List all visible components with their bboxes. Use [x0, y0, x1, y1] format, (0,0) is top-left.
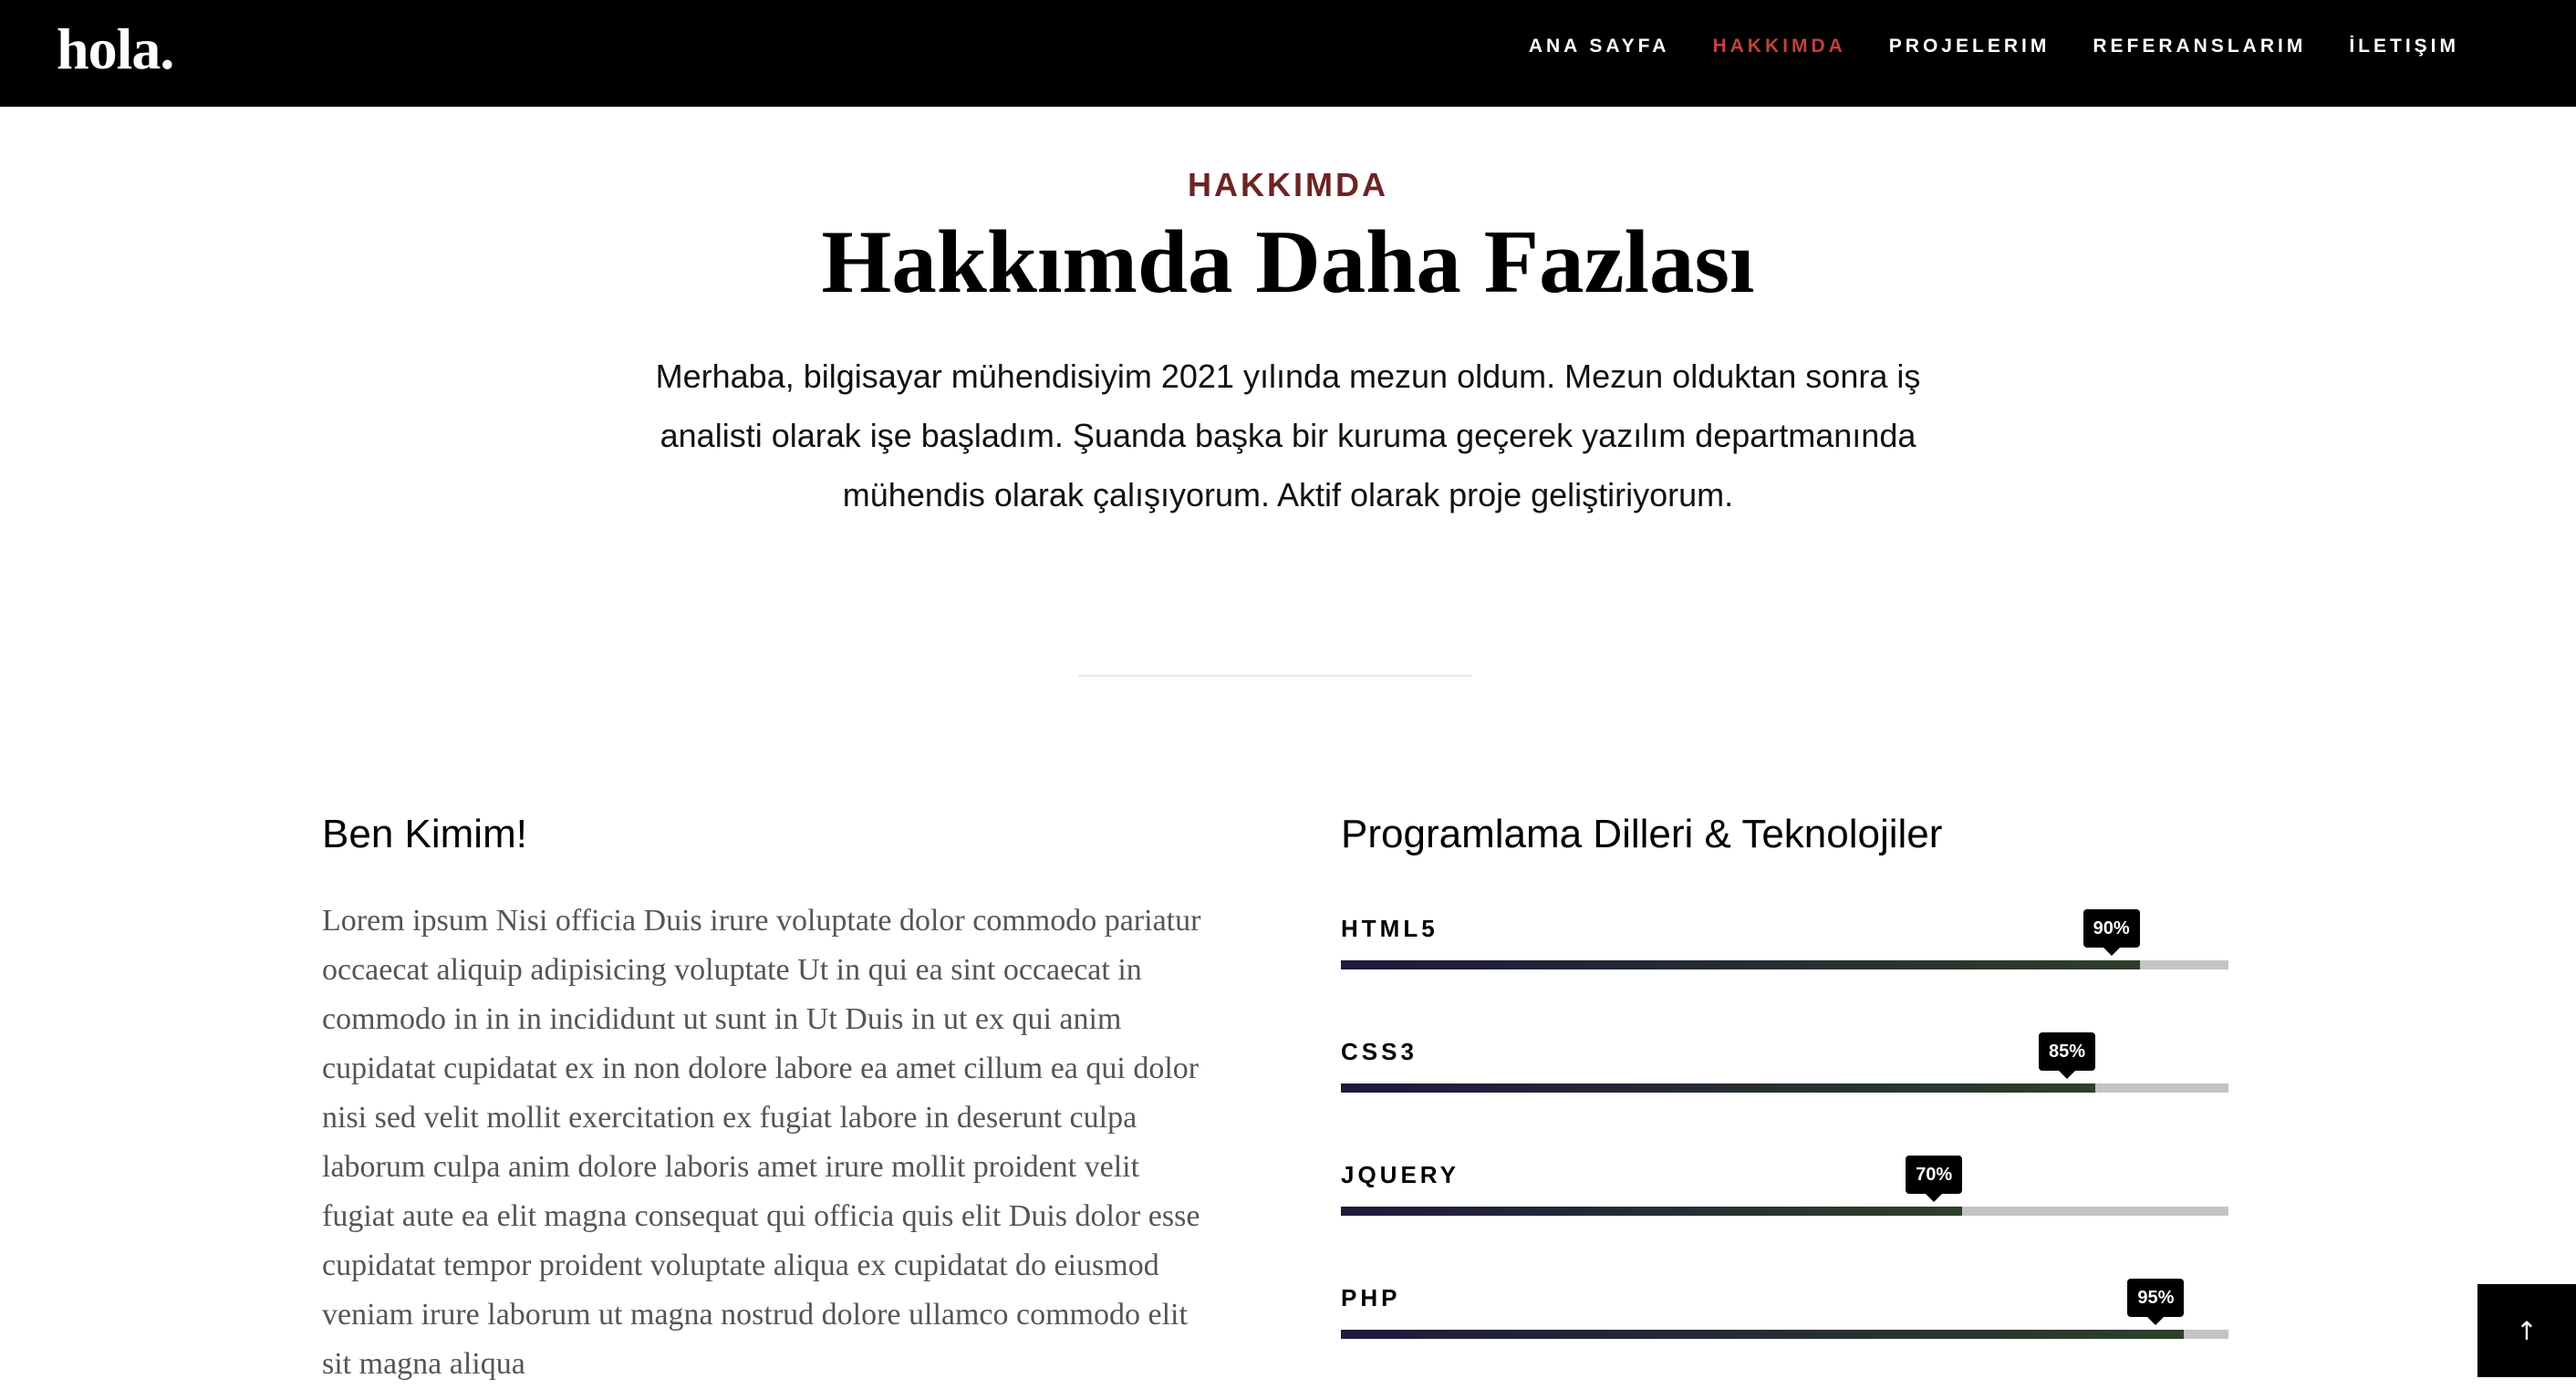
- skill-name: JQUERY: [1341, 1161, 1459, 1188]
- skill-percent-badge: 90%: [2083, 909, 2140, 956]
- site-header: hola. ANA SAYFA HAKKIMDA PROJELERIM REFE…: [0, 0, 2576, 107]
- skill-html5: HTML5 90%: [1341, 909, 2228, 969]
- nav-item-iletisim[interactable]: İLETIŞIM: [2349, 36, 2459, 57]
- skill-percent-badge: 70%: [1906, 1156, 1963, 1202]
- skill-fill: [1341, 1207, 1963, 1216]
- skill-percent-badge: 95%: [2127, 1279, 2185, 1325]
- nav-item-hakkimda[interactable]: HAKKIMDA: [1712, 36, 1845, 57]
- skill-name: HTML5: [1341, 915, 1439, 942]
- section-title: Hakkımda Daha Fazlası: [821, 212, 1755, 312]
- skill-php: PHP 95%: [1341, 1279, 2228, 1339]
- skill-percent-badge: 85%: [2039, 1032, 2096, 1079]
- back-to-top-button[interactable]: ↑: [2477, 1284, 2576, 1377]
- skill-track: [1341, 1083, 2228, 1093]
- skill-track: [1341, 1330, 2228, 1339]
- skill-name: CSS3: [1341, 1038, 1418, 1065]
- skills-title: Programlama Dilleri & Teknolojiler: [1341, 812, 1943, 856]
- main-nav: ANA SAYFA HAKKIMDA PROJELERIM REFERANSLA…: [1486, 0, 2459, 92]
- nav-item-projelerim[interactable]: PROJELERIM: [1889, 36, 2051, 57]
- nav-item-ana-sayfa[interactable]: ANA SAYFA: [1529, 36, 1670, 57]
- nav-item-referanslarim[interactable]: REFERANSLARIM: [2093, 36, 2306, 57]
- skill-fill: [1341, 960, 2140, 969]
- skill-fill: [1341, 1330, 2185, 1339]
- intro-text: Merhaba, bilgisayar mühendisiyim 2021 yı…: [655, 358, 1921, 513]
- skill-name: PHP: [1341, 1284, 1401, 1311]
- skill-css3: CSS3 85%: [1341, 1032, 2228, 1093]
- skill-fill: [1341, 1083, 2096, 1093]
- logo[interactable]: hola.: [57, 4, 174, 95]
- who-text: Lorem ipsum Nisi officia Duis irure volu…: [322, 904, 1201, 1381]
- skill-jquery: JQUERY 70%: [1341, 1156, 2228, 1216]
- section-eyebrow: HAKKIMDA: [1188, 166, 1388, 203]
- skill-track: [1341, 1207, 2228, 1216]
- who-title: Ben Kimim!: [322, 812, 527, 856]
- skill-track: [1341, 960, 2228, 969]
- arrow-up-icon: ↑: [2516, 1315, 2538, 1346]
- section-divider: [1078, 675, 1472, 677]
